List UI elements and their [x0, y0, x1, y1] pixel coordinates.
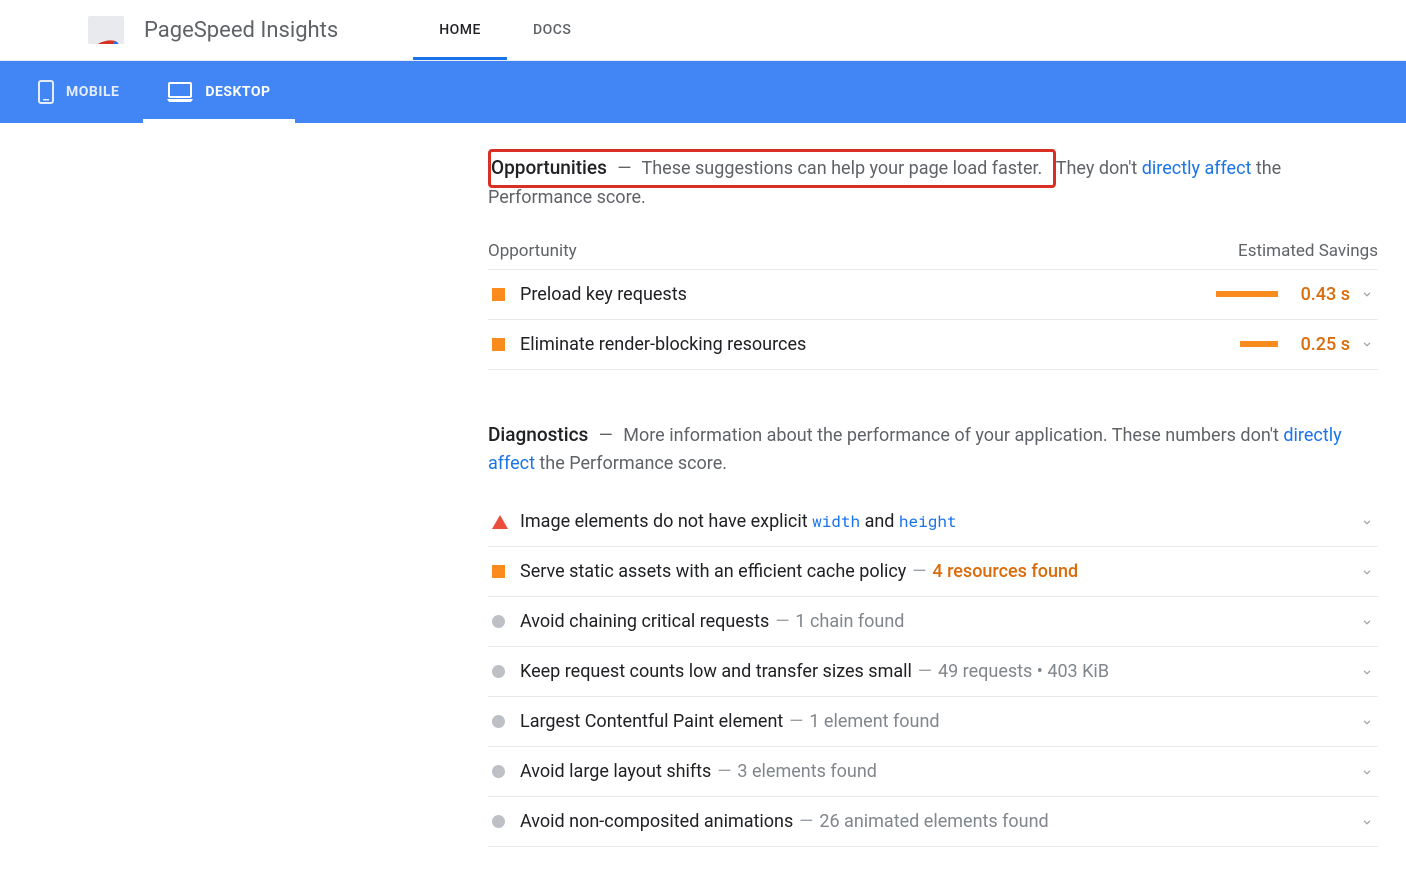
warn-square-icon: [492, 338, 505, 351]
tab-mobile-label: MOBILE: [66, 84, 119, 100]
warn-square-icon: [492, 565, 505, 578]
tab-desktop[interactable]: DESKTOP: [143, 61, 294, 123]
desktop-icon: [167, 82, 193, 102]
nav-home[interactable]: HOME: [413, 0, 507, 60]
diagnostic-label: Avoid non-composited animations—26 anima…: [520, 811, 1360, 832]
diagnostic-label: Avoid large layout shifts—3 elements fou…: [520, 761, 1360, 782]
opportunities-desc2: They don't: [1056, 158, 1142, 179]
chevron-down-icon: [1360, 337, 1374, 351]
diagnostic-label: Serve static assets with an efficient ca…: [520, 561, 1360, 582]
savings-value: 0.43 s: [1292, 284, 1350, 305]
chevron-down-icon: [1360, 815, 1374, 829]
chevron-down-icon: [1360, 287, 1374, 301]
tab-mobile[interactable]: MOBILE: [14, 61, 143, 123]
diagnostic-row[interactable]: Serve static assets with an efficient ca…: [488, 547, 1378, 597]
diagnostic-label: Avoid chaining critical requests—1 chain…: [520, 611, 1360, 632]
diagnostic-label: Largest Contentful Paint element—1 eleme…: [520, 711, 1360, 732]
info-circle-icon: [492, 715, 505, 728]
chevron-down-icon: [1360, 765, 1374, 779]
diagnostic-label: Keep request counts low and transfer siz…: [520, 661, 1360, 682]
main-content: Opportunities — These suggestions can he…: [488, 123, 1378, 887]
diagnostic-row[interactable]: Keep request counts low and transfer siz…: [488, 647, 1378, 697]
diagnostic-row[interactable]: Avoid large layout shifts—3 elements fou…: [488, 747, 1378, 797]
opportunities-desc1: These suggestions can help your page loa…: [642, 158, 1043, 179]
highlight-box: Opportunities — These suggestions can he…: [488, 149, 1056, 188]
info-circle-icon: [492, 765, 505, 778]
opportunity-row[interactable]: Eliminate render-blocking resources 0.25…: [488, 320, 1378, 370]
mobile-icon: [38, 80, 54, 104]
opportunities-heading: Opportunities — These suggestions can he…: [488, 153, 1378, 213]
diagnostic-label: Image elements do not have explicit widt…: [520, 511, 1360, 532]
chevron-down-icon: [1360, 515, 1374, 529]
device-tabs: MOBILE DESKTOP: [0, 61, 1406, 123]
chevron-down-icon: [1360, 615, 1374, 629]
opportunities-title: Opportunities: [491, 156, 607, 179]
savings-value: 0.25 s: [1292, 334, 1350, 355]
diagnostics-title: Diagnostics: [488, 423, 588, 446]
directly-affect-link[interactable]: directly affect: [1142, 158, 1252, 179]
top-header: PageSpeed Insights HOME DOCS: [0, 0, 1406, 61]
diagnostics-heading: Diagnostics — More information about the…: [488, 420, 1378, 480]
top-nav: HOME DOCS: [413, 0, 597, 60]
warn-square-icon: [492, 288, 505, 301]
diagnostic-row[interactable]: Largest Contentful Paint element—1 eleme…: [488, 697, 1378, 747]
diagnostic-row[interactable]: Avoid non-composited animations—26 anima…: [488, 797, 1378, 847]
chevron-down-icon: [1360, 715, 1374, 729]
app-title: PageSpeed Insights: [144, 18, 338, 43]
nav-docs[interactable]: DOCS: [507, 0, 597, 60]
savings-bar: [1216, 291, 1278, 297]
opportunity-row[interactable]: Preload key requests 0.43 s: [488, 270, 1378, 320]
savings-bar-area: [1208, 291, 1278, 297]
savings-bar: [1240, 341, 1278, 347]
col-opportunity: Opportunity: [488, 241, 577, 261]
diagnostic-row[interactable]: Avoid chaining critical requests—1 chain…: [488, 597, 1378, 647]
info-circle-icon: [492, 815, 505, 828]
psi-logo-icon: [88, 16, 124, 44]
chevron-down-icon: [1360, 665, 1374, 679]
diagnostics-desc1: More information about the performance o…: [623, 425, 1283, 446]
opportunity-label: Preload key requests: [520, 284, 1208, 305]
info-circle-icon: [492, 615, 505, 628]
opportunity-label: Eliminate render-blocking resources: [520, 334, 1208, 355]
diagnostic-row[interactable]: Image elements do not have explicit widt…: [488, 497, 1378, 547]
fail-triangle-icon: [492, 515, 508, 529]
diagnostics-desc3: the Performance score.: [535, 453, 727, 474]
info-circle-icon: [492, 665, 505, 678]
savings-bar-area: [1208, 341, 1278, 347]
col-savings: Estimated Savings: [1238, 241, 1378, 261]
tab-desktop-label: DESKTOP: [205, 84, 270, 100]
chevron-down-icon: [1360, 565, 1374, 579]
opportunities-column-headers: Opportunity Estimated Savings: [488, 231, 1378, 270]
